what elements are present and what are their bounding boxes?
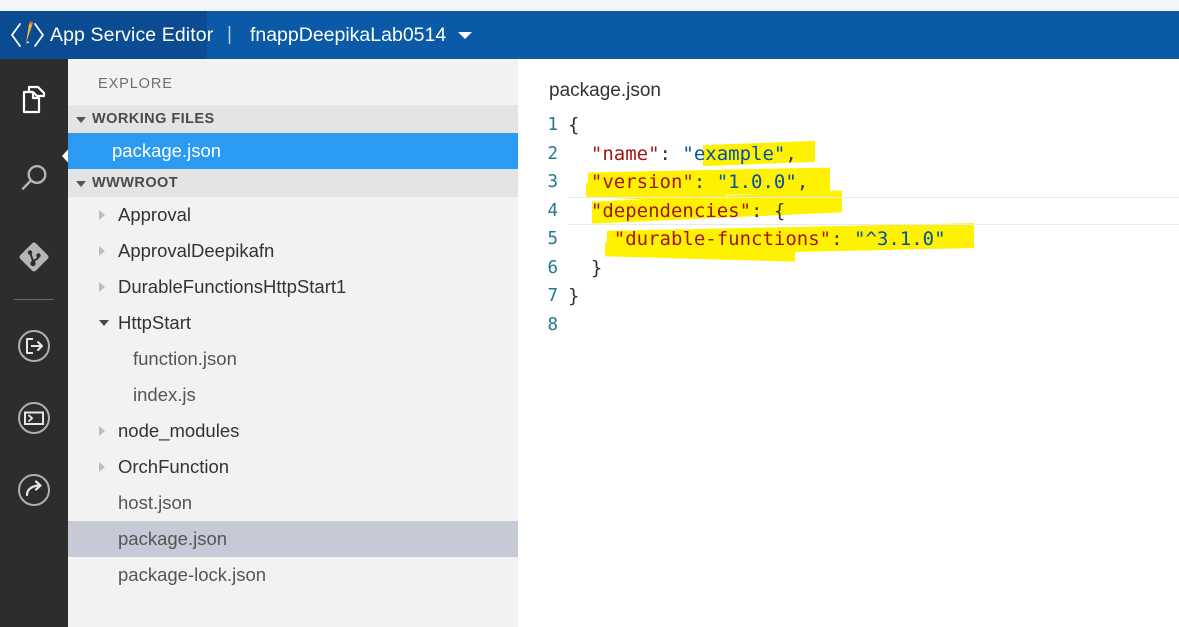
working-file-package-json[interactable]: package.json [68,133,518,169]
section-label: WORKING FILES [92,111,215,127]
code-line-5[interactable]: 5 "durable-functions": "^3.1.0" [518,225,1179,254]
code-line-text: "dependencies": { [590,199,786,222]
line-number: 7 [547,286,558,307]
chevron-down-icon [76,116,86,123]
tree-item-label: package.json [118,528,228,549]
code-line-text: "durable-functions": "^3.1.0" [613,228,946,251]
line-number: 8 [547,314,558,335]
tree-item-label: host.json [118,492,193,513]
tree-item-orchfunction[interactable]: OrchFunction [68,449,518,485]
activity-bar [0,59,72,627]
top-strip [0,0,1179,11]
tree-item-httpstart[interactable]: HttpStart [68,305,518,341]
chevron-down-icon [99,320,109,326]
tree-item-label: ApprovalDeepikafn [118,240,275,261]
app-header: App Service Editor | fnappDeepikaLab0514 [0,11,1179,59]
code-line-2[interactable]: 2 "name": "example", [518,140,1179,169]
header-separator: | [227,24,232,45]
line-number: 4 [547,200,558,221]
sidebar-item-explorer[interactable] [0,69,68,133]
chevron-right-icon [99,462,105,472]
code-line-text: "version": "1.0.0", [590,171,809,194]
tree-item-package-json[interactable]: package.json [68,521,518,557]
tree-item-node-modules[interactable]: node_modules [68,413,518,449]
site-name: fnappDeepikaLab0514 [249,23,447,46]
search-icon [21,164,47,190]
tree-item-approvaldeepikafn[interactable]: ApprovalDeepikafn [68,233,518,269]
editor-filename: package.json [549,80,661,101]
chevron-down-icon [76,180,86,187]
explorer-panel: EXPLORE WORKING FILES package.json WWWRO… [68,59,518,627]
editor-pane: package.json 1 { 2 "name": "example", 3 … [518,59,1179,627]
git-icon [19,242,49,272]
line-number: 3 [547,172,558,193]
header-brand[interactable]: App Service Editor [0,11,213,59]
chevron-right-icon [99,210,105,220]
code-line-8[interactable]: 8 [518,311,1179,340]
code-line-text: } [568,256,603,279]
line-number: 6 [547,257,558,278]
sidebar-item-refresh[interactable] [0,458,68,522]
tree-item-label: HttpStart [118,312,191,333]
code-area[interactable]: 1 { 2 "name": "example", 3 "version": "1… [518,111,1179,339]
chevron-down-icon[interactable] [458,31,473,39]
run-export-circle-icon [18,330,50,362]
files-icon [22,85,46,114]
section-header-working-files[interactable]: WORKING FILES [68,105,518,133]
chevron-right-icon [99,426,105,436]
explorer-title: EXPLORE [98,76,173,92]
code-line-4[interactable]: 4 "dependencies": { [518,196,1179,225]
tree-item-host-json[interactable]: host.json [68,485,518,521]
code-line-7[interactable]: 7 } [518,282,1179,311]
tree-item-label: package.json [112,140,222,161]
sidebar-item-console[interactable] [0,386,68,450]
line-number: 2 [547,143,558,164]
chevron-right-icon [99,282,105,292]
app-title: App Service Editor [50,23,214,46]
tree-item-label: index.js [133,384,196,405]
tree-item-label: node_modules [118,420,240,441]
app-service-editor-window: App Service Editor | fnappDeepikaLab0514 [0,0,1179,627]
tree-item-label: function.json [133,348,237,369]
sidebar-item-search[interactable] [0,147,68,211]
tree-item-label: DurableFunctionsHttpStart1 [118,276,347,297]
code-pencil-logo-icon [11,21,44,47]
section-label: WWWROOT [92,175,179,191]
tree-item-durablefunctionshttpstart1[interactable]: DurableFunctionsHttpStart1 [68,269,518,305]
tree-item-label: OrchFunction [118,456,230,477]
redo-arrow-circle-icon [18,474,50,506]
code-line-3[interactable]: 3 "version": "1.0.0", [518,168,1179,197]
code-line-text: "name": "example", [590,142,797,165]
sidebar-item-run[interactable] [0,314,68,378]
tree-item-label: package-lock.json [118,564,267,585]
line-number: 5 [547,229,558,250]
code-line-text: } [568,285,580,308]
tree-item-approval[interactable]: Approval [68,197,518,233]
console-circle-icon [18,402,50,434]
code-line-text: { [568,114,580,137]
sidebar-item-source-control[interactable] [0,225,68,289]
tree-item-label: Approval [118,204,192,225]
activity-divider [14,299,54,300]
line-number: 1 [547,115,558,136]
section-header-wwwroot[interactable]: WWWROOT [68,169,518,197]
tree-item-package-lock-json[interactable]: package-lock.json [68,557,518,593]
tree-item-index-js[interactable]: index.js [68,377,518,413]
tree-item-function-json[interactable]: function.json [68,341,518,377]
chevron-right-icon [99,246,105,256]
code-line-1[interactable]: 1 { [518,111,1179,140]
code-line-6[interactable]: 6 } [518,254,1179,283]
